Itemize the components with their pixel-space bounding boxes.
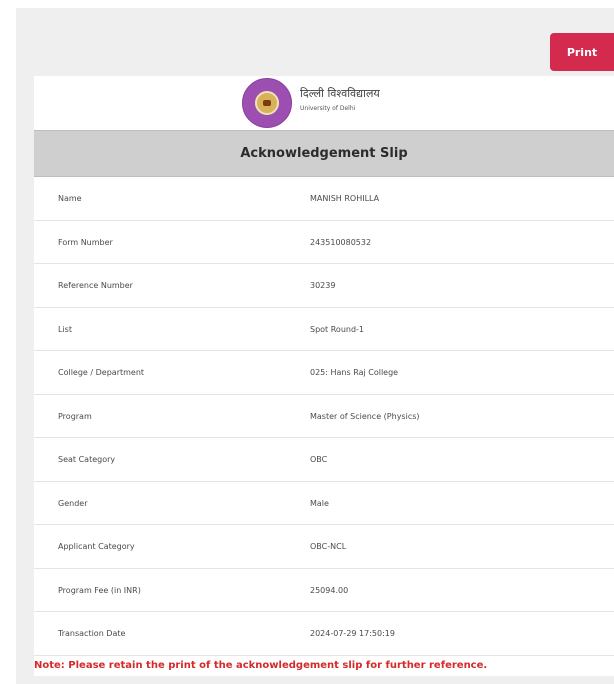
table-row: Form Number 243510080532 xyxy=(34,221,614,264)
slip-header: दिल्ली विश्वविद्यालय University of Delhi xyxy=(34,76,614,130)
row-value: Spot Round-1 xyxy=(310,324,365,334)
table-row: List Spot Round-1 xyxy=(34,308,614,351)
row-label: Program xyxy=(58,411,92,421)
slip-title: Acknowledgement Slip xyxy=(240,146,408,161)
seal-emblem xyxy=(255,91,279,115)
table-row: Program Fee (in INR) 25094.00 xyxy=(34,569,614,612)
slip-title-bar: Acknowledgement Slip xyxy=(34,130,614,177)
row-value: 025: Hans Raj College xyxy=(310,368,399,377)
table-row: Seat Category OBC xyxy=(34,438,614,482)
row-value: MANISH ROHILLA xyxy=(310,194,380,203)
university-name-hindi: दिल्ली विश्वविद्यालय xyxy=(300,87,380,100)
row-label: List xyxy=(58,324,72,334)
university-name-english: University of Delhi xyxy=(300,105,356,112)
row-label: Program Fee (in INR) xyxy=(58,585,141,595)
table-row: Applicant Category OBC-NCL xyxy=(34,525,614,569)
acknowledgement-slip: दिल्ली विश्वविद्यालय University of Delhi… xyxy=(34,76,614,676)
row-label: Transaction Date xyxy=(58,629,126,638)
details-table: Name MANISH ROHILLA Form Number 24351008… xyxy=(34,177,614,656)
row-value: 2024-07-29 17:50:19 xyxy=(310,629,395,638)
row-label: Seat Category xyxy=(58,455,116,464)
row-value: Male xyxy=(310,498,329,508)
table-row: Program Master of Science (Physics) xyxy=(34,395,614,438)
table-row: Name MANISH ROHILLA xyxy=(34,177,614,221)
row-value: Master of Science (Physics) xyxy=(310,411,420,421)
university-seal-icon xyxy=(242,78,292,128)
row-label: Reference Number xyxy=(58,281,133,290)
row-value: 25094.00 xyxy=(310,585,349,595)
row-label: Gender xyxy=(58,498,88,508)
row-value: OBC xyxy=(310,455,328,464)
row-label: Name xyxy=(58,194,82,203)
table-row: Reference Number 30239 xyxy=(34,264,614,308)
row-label: College / Department xyxy=(58,368,145,377)
row-label: Form Number xyxy=(58,237,113,247)
row-value: 243510080532 xyxy=(310,237,372,247)
table-row: College / Department 025: Hans Raj Colle… xyxy=(34,351,614,395)
row-label: Applicant Category xyxy=(58,542,135,551)
row-value: 30239 xyxy=(310,281,336,290)
table-row: Transaction Date 2024-07-29 17:50:19 xyxy=(34,612,614,656)
retain-print-note: Note: Please retain the print of the ack… xyxy=(34,660,488,671)
table-row: Gender Male xyxy=(34,482,614,525)
row-value: OBC-NCL xyxy=(310,542,347,551)
print-button[interactable]: Print xyxy=(550,33,614,71)
